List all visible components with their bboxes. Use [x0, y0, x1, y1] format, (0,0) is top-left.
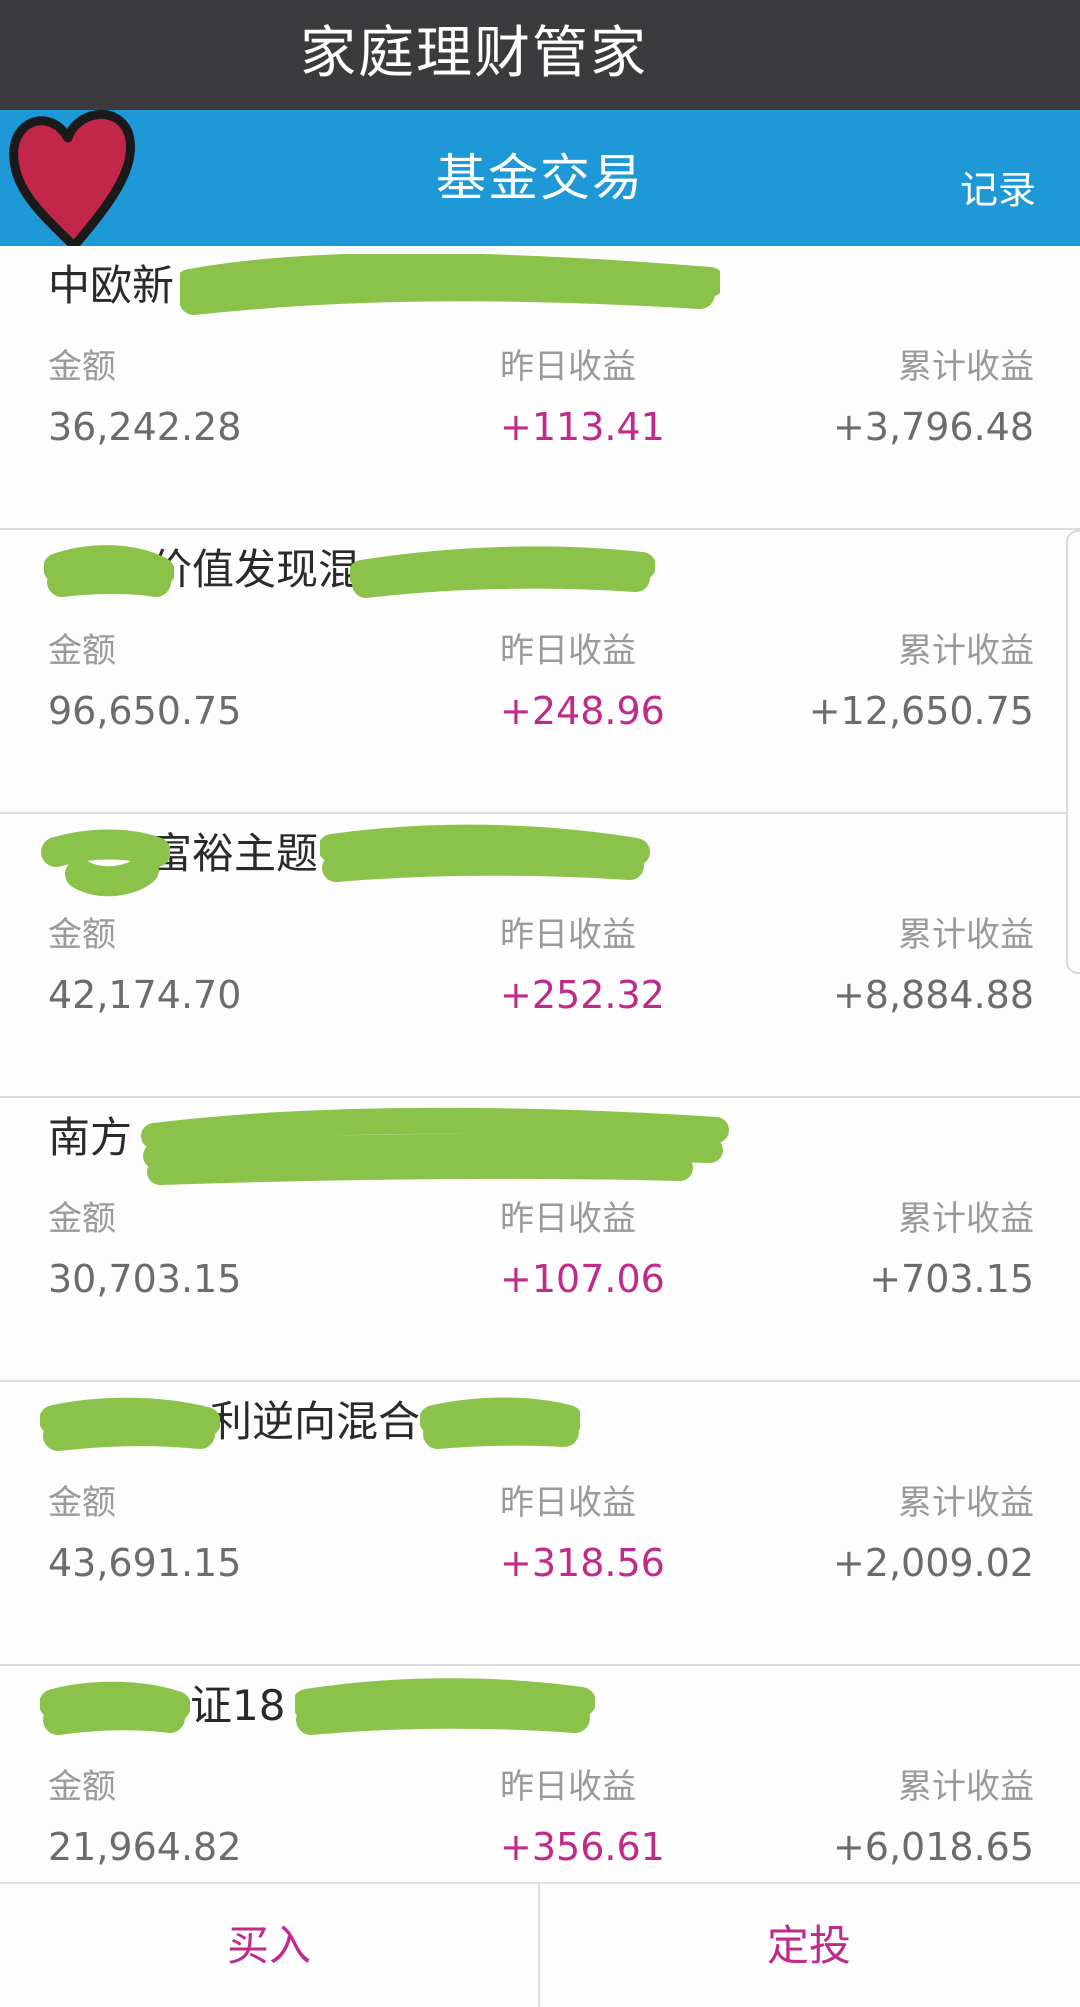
fund-name: 中欧新 — [48, 261, 175, 310]
yesterday-profit-value: +318.56 — [500, 1541, 665, 1585]
amount-label: 金额 — [48, 631, 116, 671]
nav-bar: 基金交易 记录 — [0, 110, 1080, 246]
amount-value: 42,174.70 — [48, 973, 242, 1017]
auto-invest-button[interactable]: 定投 — [540, 1884, 1078, 2007]
fund-name: 利逆向混合 — [210, 1397, 421, 1446]
fund-card[interactable]: 利逆向混合 金额 昨日收益 累计收益 43,691.15 +318.56 +2,… — [0, 1382, 1080, 1666]
total-profit-value: +12,650.75 — [808, 689, 1034, 733]
total-profit-label: 累计收益 — [898, 1767, 1034, 1807]
fund-list[interactable]: 中欧新 金额 昨日收益 累计收益 36,242.28 +113.41 +3,79… — [0, 246, 1080, 1882]
total-profit-label: 累计收益 — [898, 631, 1034, 671]
yesterday-profit-value: +113.41 — [500, 405, 665, 449]
total-profit-value: +8,884.88 — [832, 973, 1034, 1017]
redaction-scribble — [320, 824, 650, 882]
amount-label: 金额 — [48, 347, 116, 387]
redaction-scribble — [295, 1678, 595, 1735]
redaction-scribble — [420, 1397, 580, 1449]
page-title: 基金交易 — [436, 149, 644, 207]
fund-name: 南方 — [48, 1113, 133, 1162]
yesterday-profit-label: 昨日收益 — [500, 1199, 636, 1239]
total-profit-label: 累计收益 — [898, 347, 1034, 387]
app-title-bar: 家庭理财管家 — [0, 0, 1080, 110]
fund-card[interactable]: 价值发现混 金额 昨日收益 累计收益 96,650.75 +248.96 +12… — [0, 530, 1080, 814]
amount-label: 金额 — [48, 1767, 116, 1807]
amount-value: 96,650.75 — [48, 689, 242, 733]
yesterday-profit-value: +107.06 — [500, 1257, 665, 1301]
yesterday-profit-label: 昨日收益 — [500, 915, 636, 955]
fund-card[interactable]: 中欧新 金额 昨日收益 累计收益 36,242.28 +113.41 +3,79… — [0, 246, 1080, 530]
total-profit-value: +2,009.02 — [832, 1541, 1034, 1585]
total-profit-label: 累计收益 — [898, 1483, 1034, 1523]
redaction-scribble — [350, 546, 655, 598]
yesterday-profit-label: 昨日收益 — [500, 347, 636, 387]
redaction-scribble — [41, 829, 170, 897]
amount-label: 金额 — [48, 1199, 116, 1239]
redaction-scribble — [44, 545, 174, 597]
yesterday-profit-value: +356.61 — [500, 1825, 665, 1869]
total-profit-value: +3,796.48 — [832, 405, 1034, 449]
buy-button[interactable]: 买入 — [0, 1884, 538, 2007]
heart-sticker — [9, 110, 136, 251]
redaction-scribble — [180, 254, 720, 315]
redaction-scribble — [141, 1107, 729, 1185]
amount-value: 21,964.82 — [48, 1825, 242, 1869]
fund-card[interactable]: 证18 金额 昨日收益 累计收益 21,964.82 +356.61 +6,01… — [0, 1666, 1080, 1882]
redaction-scribble — [40, 1681, 190, 1735]
bottom-action-bar: 买入 定投 — [0, 1882, 1080, 2007]
fund-name: 证18 — [190, 1681, 286, 1730]
app-title: 家庭理财管家 — [300, 21, 648, 86]
total-profit-label: 累计收益 — [898, 915, 1034, 955]
yesterday-profit-value: +248.96 — [500, 689, 665, 733]
amount-label: 金额 — [48, 915, 116, 955]
yesterday-profit-label: 昨日收益 — [500, 1483, 636, 1523]
fund-name: 价值发现混 — [150, 545, 361, 594]
total-profit-label: 累计收益 — [898, 1199, 1034, 1239]
total-profit-value: +6,018.65 — [832, 1825, 1034, 1869]
fund-card[interactable]: 富裕主题 金额 昨日收益 累计收益 42,174.70 +252.32 +8,8… — [0, 814, 1080, 1098]
amount-label: 金额 — [48, 1483, 116, 1523]
yesterday-profit-label: 昨日收益 — [500, 631, 636, 671]
redaction-scribble — [40, 1397, 220, 1451]
records-button[interactable]: 记录 — [960, 160, 1036, 220]
yesterday-profit-label: 昨日收益 — [500, 1767, 636, 1807]
scroll-indicator[interactable] — [1066, 530, 1080, 974]
total-profit-value: +703.15 — [869, 1257, 1034, 1301]
fund-card[interactable]: 南方 金额 昨日收益 累计收益 30,703.15 +107.06 +703.1… — [0, 1098, 1080, 1382]
yesterday-profit-value: +252.32 — [500, 973, 665, 1017]
amount-value: 30,703.15 — [48, 1257, 242, 1301]
fund-name: 富裕主题 — [150, 829, 319, 878]
amount-value: 36,242.28 — [48, 405, 242, 449]
amount-value: 43,691.15 — [48, 1541, 242, 1585]
